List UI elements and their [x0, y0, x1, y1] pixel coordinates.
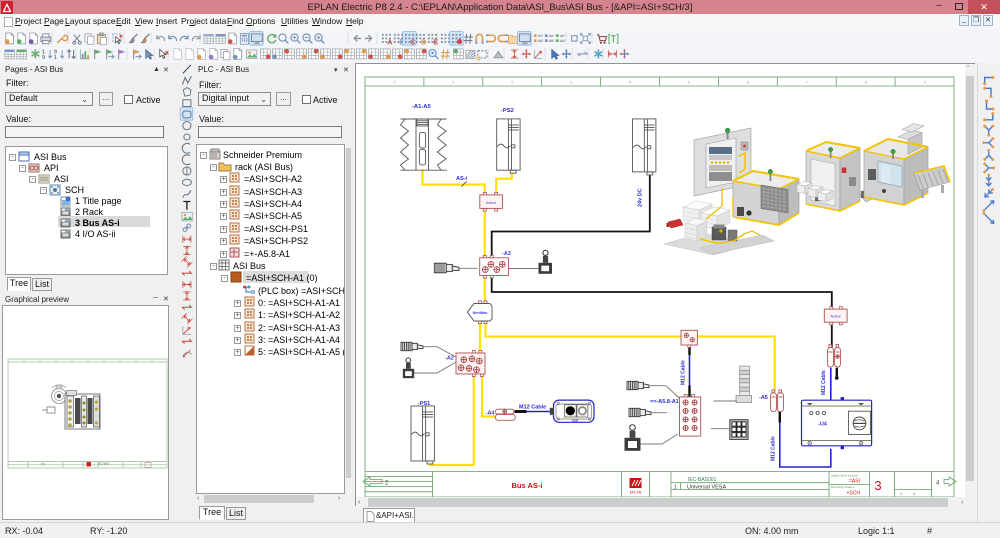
svg-text:4: 4 [913, 491, 916, 496]
svg-text:1: 1 [900, 491, 903, 496]
svg-text:D: D [421, 37, 426, 46]
svg-text:Bus AS-i: Bus AS-i [512, 481, 543, 490]
svg-text:Bus: Bus [41, 462, 46, 466]
svg-text:-U2: -U2 [571, 418, 579, 423]
svg-text:=ASI: =ASI [849, 479, 860, 485]
svg-text:M12 Cable: M12 Cable [519, 405, 546, 411]
svg-text:M12 Cable: M12 Cable [771, 436, 777, 461]
svg-text:2: 2 [511, 80, 514, 85]
svg-text:3: 3 [570, 80, 573, 85]
svg-text:24v DC: 24v DC [638, 188, 644, 207]
svg-text:==-A5.8-A1: ==-A5.8-A1 [650, 399, 679, 405]
svg-text:E: E [433, 37, 438, 46]
svg-text:Active: Active [831, 315, 841, 319]
svg-text:19: 19 [42, 49, 45, 60]
svg-text:Higher-level function: Higher-level function [831, 474, 859, 478]
svg-text:IEC-BAS001: IEC-BAS001 [688, 477, 717, 483]
svg-text:4: 4 [936, 481, 940, 487]
svg-text:0: 0 [393, 80, 396, 85]
svg-text:NimWav: NimWav [473, 311, 489, 315]
svg-text:9: 9 [923, 80, 926, 85]
svg-text:-U4: -U4 [818, 422, 828, 428]
svg-text:-A3: -A3 [502, 251, 511, 257]
svg-text:6: 6 [747, 80, 750, 85]
svg-text:M12 Cable: M12 Cable [821, 370, 827, 395]
svg-text:4: 4 [629, 80, 632, 85]
svg-text:-A2: -A2 [445, 356, 454, 362]
svg-text:-A4: -A4 [486, 411, 496, 417]
svg-text:1: 1 [674, 485, 677, 491]
svg-text:AS-i: AS-i [456, 176, 467, 182]
svg-text:Active: Active [486, 201, 496, 205]
svg-text:Mounting location: Mounting location [831, 485, 855, 489]
svg-text:EPLAN: EPLAN [630, 491, 642, 495]
svg-text:C: C [410, 37, 415, 46]
svg-text:3: 3 [874, 478, 881, 493]
svg-text:-PS2: -PS2 [501, 108, 514, 114]
svg-text:-A1-A5: -A1-A5 [412, 104, 431, 110]
svg-text:+SCH: +SCH [847, 491, 861, 497]
svg-text:IEC-BAS: IEC-BAS [98, 462, 109, 466]
svg-text:A: A [387, 37, 392, 46]
svg-text:5: 5 [688, 80, 691, 85]
svg-text:8: 8 [865, 80, 868, 85]
svg-text:7: 7 [806, 80, 809, 85]
svg-text:M12 Cable: M12 Cable [681, 360, 687, 385]
svg-text:-PS1: -PS1 [418, 401, 430, 407]
svg-text:1: 1 [452, 80, 455, 85]
svg-text:Universal VESA: Universal VESA [687, 485, 726, 491]
svg-text:91: 91 [54, 49, 57, 60]
svg-text:-A5: -A5 [759, 395, 768, 401]
